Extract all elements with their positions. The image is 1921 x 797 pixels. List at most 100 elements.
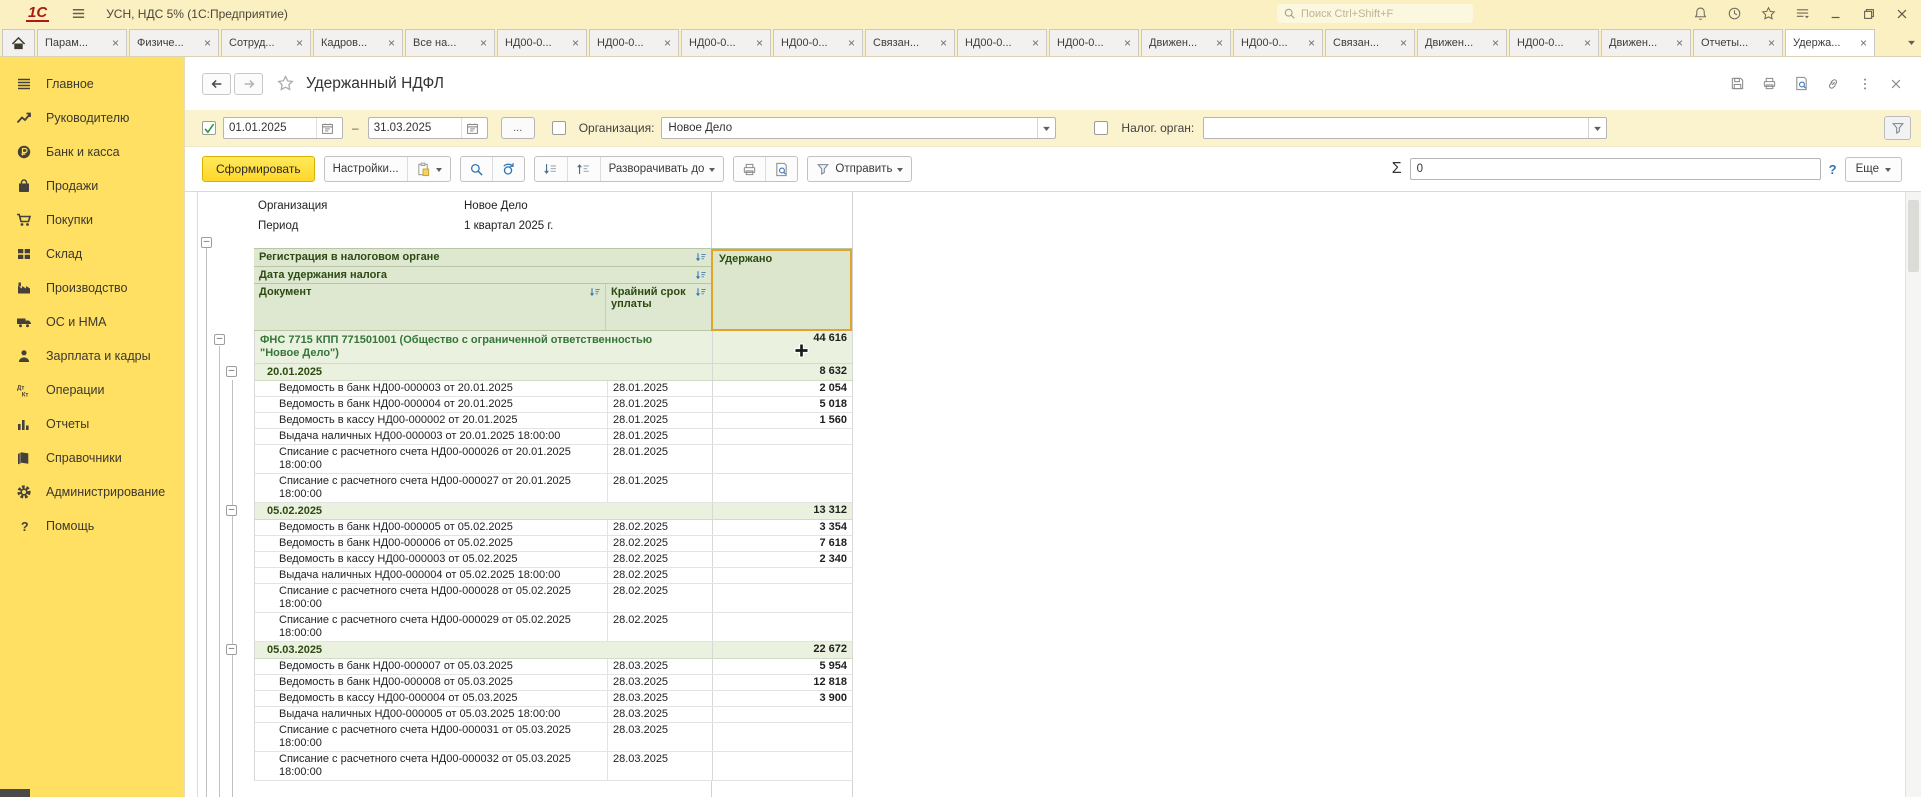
- group-date-cell[interactable]: 05.03.2025: [255, 642, 607, 658]
- tab-close-icon[interactable]: ×: [572, 38, 579, 48]
- tab-close-icon[interactable]: ×: [1032, 38, 1039, 48]
- tax-authority-combo[interactable]: [1203, 117, 1607, 139]
- save-icon[interactable]: [1730, 76, 1745, 91]
- group-total-cell[interactable]: 22 672: [712, 642, 853, 658]
- document-cell[interactable]: Ведомость в банк НД00-000007 от 05.03.20…: [255, 659, 607, 674]
- deadline-cell[interactable]: 28.03.2025: [607, 659, 712, 674]
- sort-icon[interactable]: [695, 252, 707, 263]
- scrollbar-thumb[interactable]: [1908, 200, 1919, 272]
- info-value[interactable]: 1 квартал 2025 г.: [464, 220, 553, 232]
- withheld-cell[interactable]: 3 900: [712, 691, 853, 706]
- organization-combo[interactable]: Новое Дело: [661, 117, 1056, 139]
- org-cell[interactable]: ФНС 7715 КПП 771501001 (Общество с огран…: [255, 331, 712, 363]
- document-cell[interactable]: Ведомость в кассу НД00-000002 от 20.01.2…: [255, 413, 607, 428]
- document-cell[interactable]: Списание с расчетного счета НД00-000028 …: [255, 584, 607, 612]
- sort-icon[interactable]: [695, 270, 707, 281]
- tab-close-icon[interactable]: ×: [1400, 38, 1407, 48]
- help-button[interactable]: ?: [1829, 162, 1837, 177]
- print-icon[interactable]: [1762, 76, 1777, 91]
- document-cell[interactable]: Ведомость в банк НД00-000006 от 05.02.20…: [255, 536, 607, 551]
- deadline-cell[interactable]: 28.03.2025: [607, 707, 712, 722]
- expand-to-button[interactable]: Разворачивать до: [600, 157, 724, 181]
- sidebar-item-11[interactable]: Отчеты: [0, 407, 184, 441]
- tab-10[interactable]: Связан...×: [865, 29, 955, 56]
- tab-close-icon[interactable]: ×: [1676, 38, 1683, 48]
- sort-icon[interactable]: [695, 287, 707, 298]
- tab-close-icon[interactable]: ×: [1308, 38, 1315, 48]
- date-to-field[interactable]: [368, 117, 488, 139]
- group-deadline-cell[interactable]: [607, 503, 712, 519]
- info-label[interactable]: Период: [254, 220, 464, 232]
- expand-groups-button[interactable]: [567, 157, 600, 181]
- sidebar-item-13[interactable]: Администрирование: [0, 475, 184, 509]
- header-document[interactable]: Документ: [254, 284, 606, 330]
- generate-button[interactable]: Сформировать: [202, 156, 315, 182]
- tab-close-icon[interactable]: ×: [1492, 38, 1499, 48]
- document-cell[interactable]: Выдача наличных НД00-000005 от 05.03.202…: [255, 707, 607, 722]
- collapse-group-button[interactable]: –: [226, 366, 237, 377]
- print-button[interactable]: [734, 157, 765, 181]
- sidebar-item-4[interactable]: Продажи: [0, 169, 184, 203]
- withheld-cell[interactable]: [712, 584, 853, 612]
- withheld-cell[interactable]: [712, 707, 853, 722]
- history-icon[interactable]: [1727, 6, 1742, 21]
- document-cell[interactable]: Ведомость в банк НД00-000004 от 20.01.20…: [255, 397, 607, 412]
- tax-authority-checkbox[interactable]: [1094, 121, 1108, 135]
- preview-button[interactable]: [765, 157, 797, 181]
- withheld-cell[interactable]: 12 818: [712, 675, 853, 690]
- group-date-cell[interactable]: 20.01.2025: [255, 364, 607, 380]
- header-deadline[interactable]: Крайний срок уплаты: [606, 284, 711, 330]
- tab-close-icon[interactable]: ×: [112, 38, 119, 48]
- tab-2[interactable]: Физиче...×: [129, 29, 219, 56]
- deadline-cell[interactable]: 28.01.2025: [607, 397, 712, 412]
- document-cell[interactable]: Списание с расчетного счета НД00-000029 …: [255, 613, 607, 641]
- deadline-cell[interactable]: 28.03.2025: [607, 723, 712, 751]
- sidebar-item-6[interactable]: Склад: [0, 237, 184, 271]
- withheld-cell[interactable]: [712, 445, 853, 473]
- document-cell[interactable]: Ведомость в кассу НД00-000003 от 05.02.2…: [255, 552, 607, 567]
- withheld-cell[interactable]: 5 954: [712, 659, 853, 674]
- tab-close-icon[interactable]: ×: [664, 38, 671, 48]
- service-menu-icon[interactable]: [1795, 6, 1810, 21]
- tab-6[interactable]: НД00-0...×: [497, 29, 587, 56]
- sidebar-item-14[interactable]: ?Помощь: [0, 509, 184, 543]
- group-total-cell[interactable]: 8 632: [712, 364, 853, 380]
- tab-close-icon[interactable]: ×: [1584, 38, 1591, 48]
- tab-8[interactable]: НД00-0...×: [681, 29, 771, 56]
- withheld-cell[interactable]: [712, 474, 853, 502]
- tab-close-icon[interactable]: ×: [204, 38, 211, 48]
- deadline-cell[interactable]: 28.03.2025: [607, 752, 712, 780]
- sidebar-item-9[interactable]: Зарплата и кадры: [0, 339, 184, 373]
- document-cell[interactable]: Выдача наличных НД00-000003 от 20.01.202…: [255, 429, 607, 444]
- tab-16[interactable]: Движен...×: [1417, 29, 1507, 56]
- close-window-icon[interactable]: [1895, 7, 1909, 21]
- tab-home[interactable]: [2, 29, 35, 56]
- group-date-cell[interactable]: 05.02.2025: [255, 503, 607, 519]
- tab-close-icon[interactable]: ×: [1860, 38, 1867, 48]
- report-variants-button[interactable]: [407, 157, 450, 181]
- withheld-cell[interactable]: [712, 568, 853, 583]
- find-button[interactable]: [461, 157, 492, 181]
- tab-9[interactable]: НД00-0...×: [773, 29, 863, 56]
- tab-overflow-icon[interactable]: [1907, 38, 1916, 47]
- tab-13[interactable]: Движен...×: [1141, 29, 1231, 56]
- tab-3[interactable]: Сотруд...×: [221, 29, 311, 56]
- deadline-cell[interactable]: 28.02.2025: [607, 536, 712, 551]
- tab-4[interactable]: Кадров...×: [313, 29, 403, 56]
- send-button[interactable]: Отправить: [808, 157, 911, 181]
- deadline-cell[interactable]: 28.01.2025: [607, 429, 712, 444]
- deadline-cell[interactable]: 28.02.2025: [607, 552, 712, 567]
- sort-icon[interactable]: [589, 287, 601, 298]
- deadline-cell[interactable]: 28.02.2025: [607, 568, 712, 583]
- sidebar-item-7[interactable]: Производство: [0, 271, 184, 305]
- document-cell[interactable]: Списание с расчетного счета НД00-000026 …: [255, 445, 607, 473]
- tab-close-icon[interactable]: ×: [296, 38, 303, 48]
- document-cell[interactable]: Ведомость в банк НД00-000005 от 05.02.20…: [255, 520, 607, 535]
- withheld-cell[interactable]: [712, 613, 853, 641]
- header-withheld-selected-cell[interactable]: Удержано: [711, 249, 852, 331]
- tab-14[interactable]: НД00-0...×: [1233, 29, 1323, 56]
- deadline-cell[interactable]: 28.01.2025: [607, 381, 712, 396]
- document-cell[interactable]: Выдача наличных НД00-000004 от 05.02.202…: [255, 568, 607, 583]
- org-total-cell[interactable]: 44 616: [712, 331, 853, 363]
- sidebar-item-10[interactable]: ДтКтОперации: [0, 373, 184, 407]
